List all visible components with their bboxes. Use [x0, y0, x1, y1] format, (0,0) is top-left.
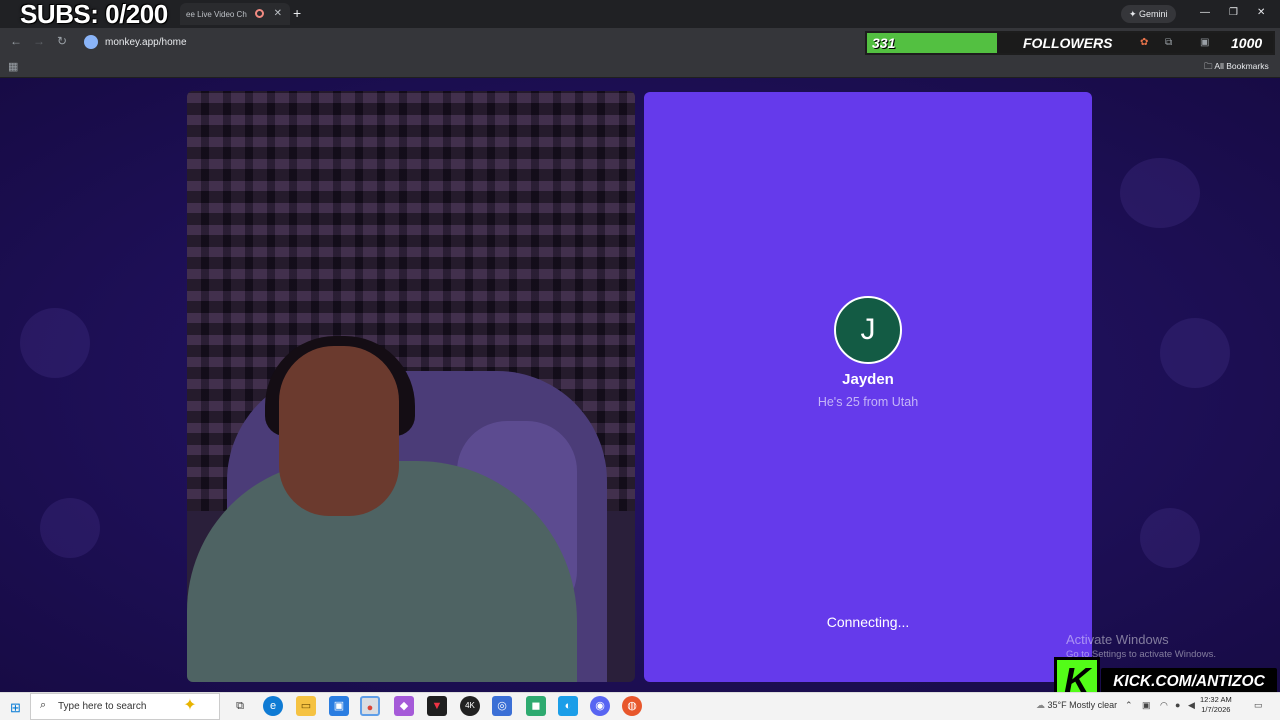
chrome-icon[interactable]: ● [360, 696, 380, 716]
obs-icon[interactable]: ◍ [622, 696, 642, 716]
decor-blob [20, 308, 90, 378]
followers-label: FOLLOWERS [1023, 35, 1113, 51]
partner-name: Jayden [842, 371, 894, 388]
volume-icon[interactable]: ◀ [1188, 700, 1195, 711]
tray-chevron-icon[interactable]: ⌃ [1125, 700, 1133, 711]
decor-blob [1120, 158, 1200, 228]
close-window-icon[interactable]: ✕ [1257, 7, 1265, 18]
edge-icon[interactable]: e [263, 696, 283, 716]
followers-goal: 1000 [1231, 35, 1263, 51]
tab-title: ee Live Video Ch [186, 10, 247, 19]
weather-icon: ☁ [1036, 700, 1045, 710]
weather-text: 35°F Mostly clear [1047, 700, 1118, 710]
weather-widget[interactable]: ☁ 35°F Mostly clear [1036, 700, 1117, 711]
file-explorer-icon[interactable]: ▭ [296, 696, 316, 716]
microphone-icon[interactable]: ● [1175, 700, 1180, 710]
app-icon[interactable]: ◎ [492, 696, 512, 716]
all-bookmarks-button[interactable]: 🗀 All Bookmarks [1204, 61, 1269, 75]
4k-downloader-icon[interactable]: 4K [460, 696, 480, 716]
forward-icon[interactable]: → [33, 34, 45, 48]
site-info-icon[interactable] [84, 35, 98, 49]
search-icon: ⌕ [40, 699, 47, 711]
followers-count: 331 [872, 35, 896, 51]
sidepanel-icon[interactable]: ▣ [1200, 37, 1209, 48]
wifi-icon[interactable]: ◠ [1160, 700, 1168, 711]
partner-info: He's 25 from Utah [817, 395, 919, 409]
clock-time: 12:32 AM [1200, 695, 1232, 704]
back-icon[interactable]: ← [10, 34, 22, 48]
gemini-button[interactable]: ✦ Gemini [1121, 5, 1176, 23]
tray-app-icon[interactable]: ▣ [1142, 700, 1151, 711]
connection-status: Connecting... [826, 614, 910, 630]
person-face [279, 346, 399, 516]
close-tab-icon[interactable]: ✕ [274, 8, 282, 19]
task-view-icon[interactable]: ⧉ [230, 696, 250, 716]
app-icon-blue[interactable]: ◐ [558, 696, 578, 716]
windows-start-icon[interactable]: ⊞ [10, 700, 21, 716]
self-video-feed [187, 91, 635, 682]
extensions-puzzle-icon[interactable]: ⧉ [1165, 37, 1172, 48]
decor-blob [40, 498, 100, 558]
store-icon[interactable]: ▣ [329, 696, 349, 716]
discord-icon[interactable]: ◉ [590, 696, 610, 716]
minimize-icon[interactable]: — [1200, 7, 1210, 18]
capcut-icon[interactable]: ▼ [427, 696, 447, 716]
apps-grid-icon[interactable]: ▦ [8, 60, 18, 73]
clock[interactable]: 12:32 AM 1/7/2026 [1200, 695, 1232, 715]
clock-date: 1/7/2026 [1201, 705, 1231, 714]
partner-avatar: J [834, 296, 902, 364]
search-highlight-icon[interactable]: ✦ [180, 697, 200, 717]
browser-tab[interactable]: ee Live Video Ch ✕ [180, 3, 290, 25]
bookmarks-bar [0, 56, 1280, 78]
reload-icon[interactable]: ↻ [57, 34, 67, 48]
gemini-label: Gemini [1139, 9, 1168, 19]
address-bar[interactable]: monkey.app/home [105, 37, 187, 48]
taskbar-search-placeholder: Type here to search [58, 701, 147, 712]
decor-blob [1160, 318, 1230, 388]
copilot-icon[interactable]: ◆ [394, 696, 414, 716]
app-icon-green[interactable]: ◼ [526, 696, 546, 716]
new-tab-button[interactable]: + [293, 5, 301, 21]
notifications-icon[interactable]: ▭ [1254, 700, 1263, 711]
all-bookmarks-label: All Bookmarks [1214, 61, 1269, 71]
extension-icon[interactable]: ✿ [1140, 37, 1148, 48]
recording-icon [255, 9, 264, 18]
subs-counter-overlay: SUBS: 0/200 [20, 0, 168, 29]
restore-icon[interactable]: ❐ [1229, 7, 1238, 18]
decor-blob [1140, 508, 1200, 568]
activate-windows-title: Activate Windows [1066, 632, 1169, 647]
